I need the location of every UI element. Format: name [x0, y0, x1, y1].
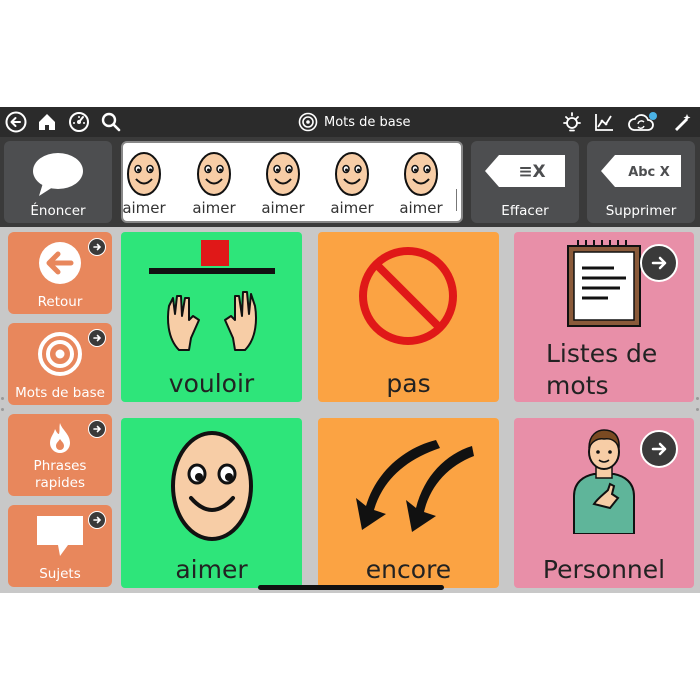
tile-word-line: mots [546, 371, 609, 400]
nav-topics-label: Sujets [39, 566, 81, 582]
smiling-face-icon [266, 152, 300, 196]
arrow-right-icon [88, 420, 106, 438]
tile-word: aimer [175, 555, 248, 584]
nav-topics-button[interactable]: Sujets [8, 505, 112, 587]
flame-icon [50, 423, 70, 453]
back-circle-icon[interactable] [4, 110, 28, 134]
page-indicator-dots [696, 397, 699, 411]
board-title-text: Mots de base [324, 114, 411, 130]
tile-word: encore [365, 555, 452, 584]
arrow-right-icon [640, 244, 678, 282]
delete-icon-text: Abc X [628, 165, 670, 180]
clear-message-icon: ≡X [485, 155, 565, 187]
clear-button[interactable]: ≡X Effacer [471, 141, 579, 223]
message-action-bar: Énoncer aimer aimer aimer aimer aimer ≡X… [0, 137, 700, 227]
nav-quick-phrases-button[interactable]: Phrases rapides [8, 414, 112, 496]
speak-label: Énoncer [30, 203, 86, 219]
message-word-label: aimer [192, 199, 236, 217]
arrow-right-icon [88, 238, 106, 256]
no-sign-icon [359, 247, 457, 345]
top-toolbar: Mots de base [0, 107, 700, 137]
smiling-face-icon [404, 152, 438, 196]
app-screen: Mots de base Énoncer aimer aimer aimer a… [0, 107, 700, 593]
tile-word: pas [386, 369, 431, 398]
target-icon [38, 332, 82, 376]
speech-bubble-icon [33, 153, 83, 196]
message-word-label: aimer [330, 199, 374, 217]
smiling-face-icon [335, 152, 369, 196]
smiling-face-icon [171, 431, 253, 541]
back-arrow-icon [39, 242, 81, 284]
clear-icon-text: ≡X [518, 162, 545, 182]
tile-word: Personnel [542, 555, 666, 584]
analytics-chart-icon[interactable] [592, 110, 616, 134]
nav-back-label: Retour [37, 294, 83, 310]
home-indicator[interactable] [258, 585, 444, 590]
home-icon[interactable] [35, 110, 59, 134]
tile-word-line: Listes de [546, 339, 658, 368]
message-word-label: aimer [122, 199, 166, 217]
message-word: aimer [122, 143, 179, 221]
smiling-face-icon [127, 152, 161, 196]
speak-button[interactable]: Énoncer [4, 141, 112, 223]
brightness-icon[interactable] [560, 110, 584, 134]
delete-label: Supprimer [605, 203, 677, 219]
tile-word: vouloir [168, 369, 255, 398]
tile-aimer[interactable]: aimer [121, 418, 302, 588]
again-arrows-icon [356, 440, 474, 532]
message-word-label: aimer [399, 199, 443, 217]
cloud-sync-icon[interactable] [626, 110, 658, 134]
speech-bubble-icon [37, 516, 83, 556]
message-window[interactable]: aimer aimer aimer aimer aimer [121, 141, 463, 223]
speed-gauge-icon[interactable] [67, 110, 91, 134]
tile-encore[interactable]: encore [318, 418, 499, 588]
message-word: aimer [179, 143, 249, 221]
text-cursor [456, 189, 457, 211]
message-word: aimer [386, 143, 456, 221]
nav-back-button[interactable]: Retour [8, 232, 112, 314]
arrow-right-icon [88, 511, 106, 529]
arrow-right-icon [640, 430, 678, 468]
smiling-face-icon [197, 152, 231, 196]
edit-wand-icon[interactable] [670, 110, 694, 134]
backspace-icon: Abc X [601, 155, 681, 187]
want-hands-icon [149, 240, 275, 351]
clear-label: Effacer [501, 203, 549, 219]
message-word: aimer [317, 143, 387, 221]
message-word: aimer [248, 143, 318, 221]
arrow-right-icon [88, 329, 106, 347]
notepad-list-icon [567, 240, 641, 327]
nav-core-words-label: Mots de base [15, 385, 105, 401]
person-pointing-icon [573, 429, 635, 534]
tile-personal[interactable]: Personnel [514, 418, 694, 588]
nav-quick-phrases-label: Phrases rapides [33, 458, 87, 491]
delete-button[interactable]: Abc X Supprimer [587, 141, 695, 223]
board-title: Mots de base [298, 110, 411, 134]
message-word-label: aimer [261, 199, 305, 217]
search-icon[interactable] [99, 110, 123, 134]
tile-pas[interactable]: pas [318, 232, 499, 402]
target-icon [298, 112, 318, 132]
nav-core-words-button[interactable]: Mots de base [8, 323, 112, 405]
page-indicator-dots [1, 397, 4, 411]
tile-word-lists[interactable]: Listes de mots [514, 232, 694, 402]
tile-vouloir[interactable]: vouloir [121, 232, 302, 402]
